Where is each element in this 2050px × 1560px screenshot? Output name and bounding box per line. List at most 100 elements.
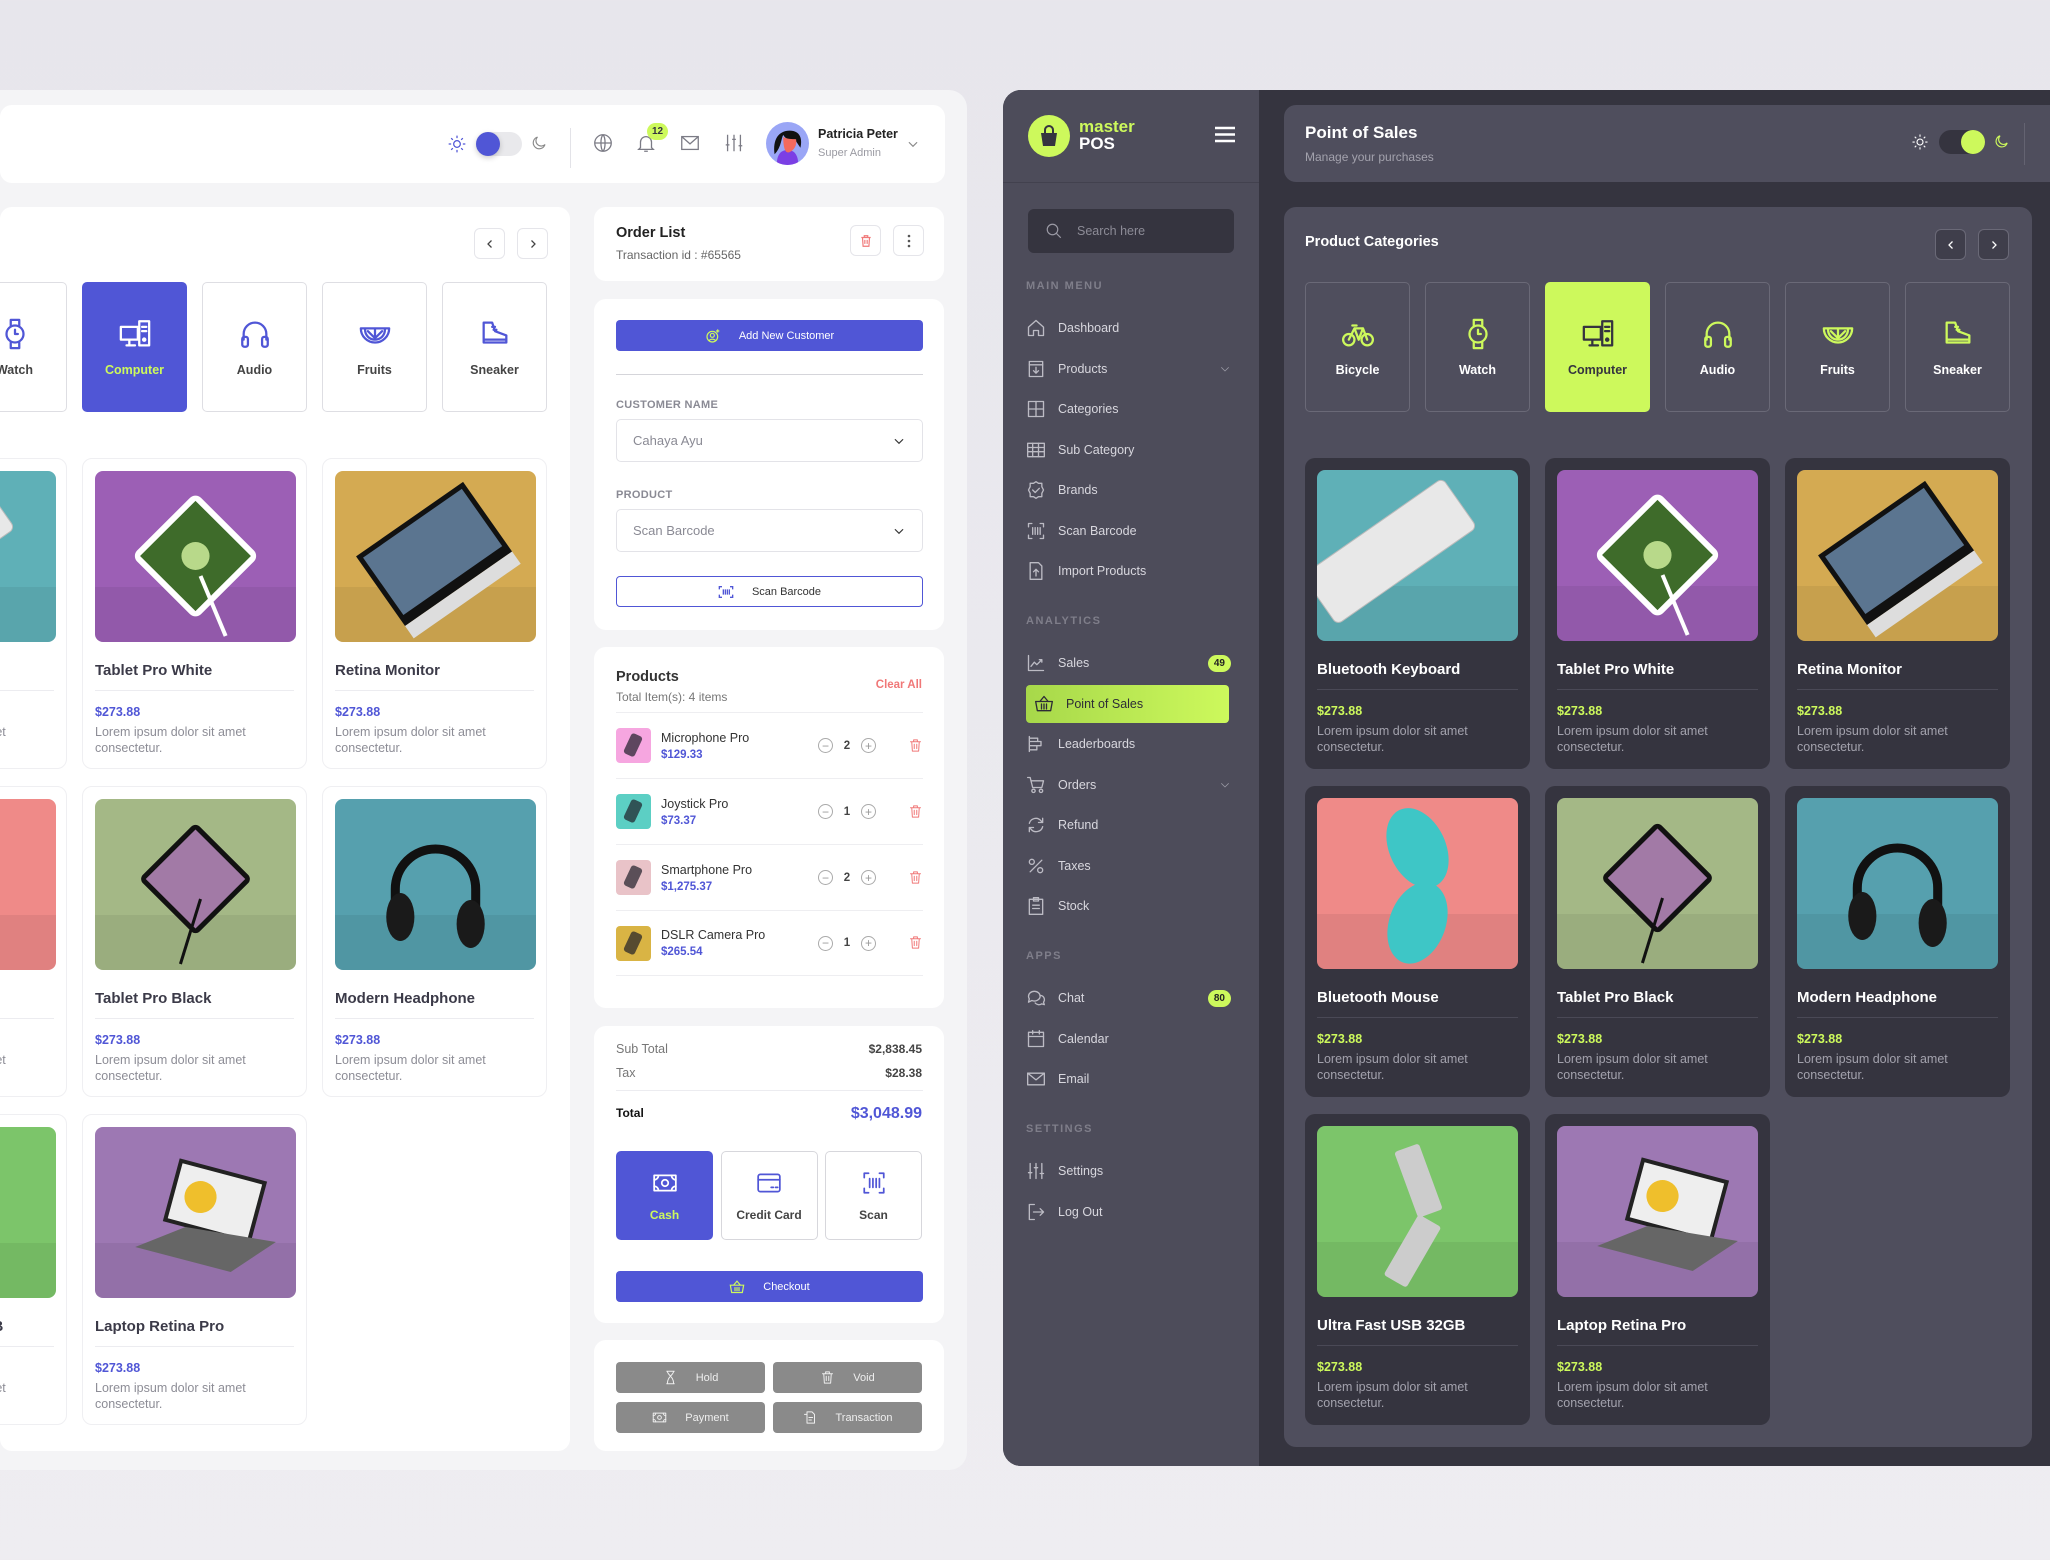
divider xyxy=(616,1090,923,1091)
sidebar-item-dashboard[interactable]: Dashboard xyxy=(1003,308,1259,349)
increase-quantity-button[interactable]: + xyxy=(861,804,876,819)
barcode-icon xyxy=(718,585,734,599)
product-description: Lorem ipsum dolor sit amet consectetur. xyxy=(1317,1052,1468,1082)
sidebar-item-import-products[interactable]: Import Products xyxy=(1003,551,1259,592)
category-bicycle[interactable]: Bicycle xyxy=(1305,282,1410,412)
sidebar-item-stock[interactable]: Stock xyxy=(1003,886,1259,927)
sidebar-item-email[interactable]: Email xyxy=(1003,1059,1259,1100)
divider xyxy=(1797,689,1998,690)
decrease-quantity-button[interactable]: − xyxy=(818,804,833,819)
product-card[interactable]: Tablet Pro Black $273.88 Lorem ipsum dol… xyxy=(1545,786,1770,1097)
chevron-down-icon xyxy=(892,434,906,448)
product-select[interactable]: Scan Barcode xyxy=(616,509,923,552)
checkout-button[interactable]: Checkout xyxy=(616,1271,923,1302)
trash-icon[interactable] xyxy=(908,738,923,754)
product-card[interactable]: Bluetooth Mouse $273.88 Lorem ipsum dolo… xyxy=(0,786,67,1097)
product-card[interactable]: Tablet Pro White $273.88 Lorem ipsum dol… xyxy=(1545,458,1770,769)
next-category-button[interactable] xyxy=(517,228,548,259)
category-watch[interactable]: Watch xyxy=(1425,282,1530,412)
category-audio[interactable]: Audio xyxy=(1665,282,1770,412)
product-card[interactable]: Tablet Pro White $273.88 Lorem ipsum dol… xyxy=(82,458,307,769)
category-fruits[interactable]: Fruits xyxy=(322,282,427,412)
more-options-button[interactable] xyxy=(893,225,924,256)
increase-quantity-button[interactable]: + xyxy=(861,738,876,753)
prev-category-button[interactable] xyxy=(474,228,505,259)
chevron-down-icon[interactable] xyxy=(1219,779,1231,791)
payment-method-cash[interactable]: Cash xyxy=(616,1151,713,1240)
category-sneaker[interactable]: Sneaker xyxy=(442,282,547,412)
section-label: APPS xyxy=(1026,950,1062,962)
customer-select[interactable]: Cahaya Ayu xyxy=(616,419,923,462)
product-card[interactable]: Laptop Retina Pro $273.88 Lorem ipsum do… xyxy=(1545,1114,1770,1425)
sidebar-item-categories[interactable]: Categories xyxy=(1003,389,1259,430)
chevron-down-icon[interactable] xyxy=(1219,363,1231,375)
sidebar-item-orders[interactable]: Orders xyxy=(1003,764,1259,805)
globe-icon[interactable] xyxy=(592,132,616,156)
product-card[interactable]: Modern Headphone $273.88 Lorem ipsum dol… xyxy=(1785,786,2010,1097)
cart-item: Smartphone Pro $1,275.37 −2 + xyxy=(616,844,923,910)
sidebar-item-sales[interactable]: Sales 49 xyxy=(1003,643,1259,684)
category-watch[interactable]: Watch xyxy=(0,282,67,412)
sidebar-item-products[interactable]: Products xyxy=(1003,348,1259,389)
trash-icon[interactable] xyxy=(908,804,923,820)
add-customer-button[interactable]: Add New Customer xyxy=(616,320,923,351)
mail-icon[interactable] xyxy=(679,132,703,156)
avatar[interactable] xyxy=(766,122,809,165)
category-audio[interactable]: Audio xyxy=(202,282,307,412)
sidebar-item-taxes[interactable]: Taxes xyxy=(1003,845,1259,886)
product-card[interactable]: Bluetooth Keyboard $273.88 Lorem ipsum d… xyxy=(0,458,67,769)
product-card[interactable]: Bluetooth Mouse $273.88 Lorem ipsum dolo… xyxy=(1305,786,1530,1097)
moon-icon xyxy=(1993,133,2010,150)
delete-order-button[interactable] xyxy=(850,225,881,256)
sidebar-item-sub-category[interactable]: Sub Category xyxy=(1003,429,1259,470)
scan-barcode-button[interactable]: Scan Barcode xyxy=(616,576,923,607)
category-computer[interactable]: Computer xyxy=(1545,282,1650,412)
clear-all-button[interactable]: Clear All xyxy=(876,679,922,691)
theme-toggle[interactable] xyxy=(1939,130,1985,154)
sidebar-item-point-of-sales[interactable]: Point of Sales xyxy=(1026,684,1229,723)
category-fruits[interactable]: Fruits xyxy=(1785,282,1890,412)
decrease-quantity-button[interactable]: − xyxy=(818,870,833,885)
transaction-button[interactable]: Transaction xyxy=(773,1402,922,1433)
product-card[interactable]: Modern Headphone $273.88 Lorem ipsum dol… xyxy=(322,786,547,1097)
category-computer[interactable]: Computer xyxy=(82,282,187,412)
trash-icon[interactable] xyxy=(908,935,923,951)
decrease-quantity-button[interactable]: − xyxy=(818,738,833,753)
sliders-icon[interactable] xyxy=(723,132,747,156)
category-label: Audio xyxy=(236,363,273,377)
next-category-button[interactable] xyxy=(1978,229,2009,260)
search-input[interactable]: Search here xyxy=(1028,209,1234,253)
sidebar-item-calendar[interactable]: Calendar xyxy=(1003,1018,1259,1059)
sun-icon[interactable] xyxy=(1911,133,1929,151)
category-sneaker[interactable]: Sneaker xyxy=(1905,282,2010,412)
moon-icon[interactable] xyxy=(530,134,548,152)
product-card[interactable]: Ultra Fast USB 32GB $273.88 Lorem ipsum … xyxy=(0,1114,67,1425)
increase-quantity-button[interactable]: + xyxy=(861,870,876,885)
decrease-quantity-button[interactable]: − xyxy=(818,935,833,951)
product-card[interactable]: Ultra Fast USB 32GB $273.88 Lorem ipsum … xyxy=(1305,1114,1530,1425)
sidebar-item-settings[interactable]: Settings xyxy=(1003,1151,1259,1192)
product-card[interactable]: Retina Monitor $273.88 Lorem ipsum dolor… xyxy=(1785,458,2010,769)
sidebar-item-scan-barcode[interactable]: Scan Barcode xyxy=(1003,510,1259,551)
theme-toggle[interactable] xyxy=(476,132,522,156)
sidebar-item-refund[interactable]: Refund xyxy=(1003,805,1259,846)
void-button[interactable]: Void xyxy=(773,1362,922,1393)
product-card[interactable]: Retina Monitor $273.88 Lorem ipsum dolor… xyxy=(322,458,547,769)
trash-icon[interactable] xyxy=(908,870,923,886)
sidebar-item-chat[interactable]: Chat 80 xyxy=(1003,978,1259,1019)
payment-method-credit-card[interactable]: Credit Card xyxy=(720,1151,818,1240)
increase-quantity-button[interactable]: + xyxy=(861,935,876,951)
payment-method-scan[interactable]: Scan xyxy=(825,1151,922,1240)
product-card[interactable]: Tablet Pro Black $273.88 Lorem ipsum dol… xyxy=(82,786,307,1097)
hold-button[interactable]: Hold xyxy=(616,1362,765,1393)
barcode-icon xyxy=(857,1170,891,1196)
sidebar-item-leaderboards[interactable]: Leaderboards xyxy=(1003,724,1259,765)
sidebar-item-brands[interactable]: Brands xyxy=(1003,470,1259,511)
product-card[interactable]: Laptop Retina Pro $273.88 Lorem ipsum do… xyxy=(82,1114,307,1425)
product-card[interactable]: Bluetooth Keyboard $273.88 Lorem ipsum d… xyxy=(1305,458,1530,769)
hamburger-menu-icon[interactable] xyxy=(1215,126,1235,143)
chevron-down-icon[interactable] xyxy=(906,137,920,151)
prev-category-button[interactable] xyxy=(1935,229,1966,260)
sidebar-item-log-out[interactable]: Log Out xyxy=(1003,1191,1259,1232)
payment-button[interactable]: Payment xyxy=(616,1402,765,1433)
